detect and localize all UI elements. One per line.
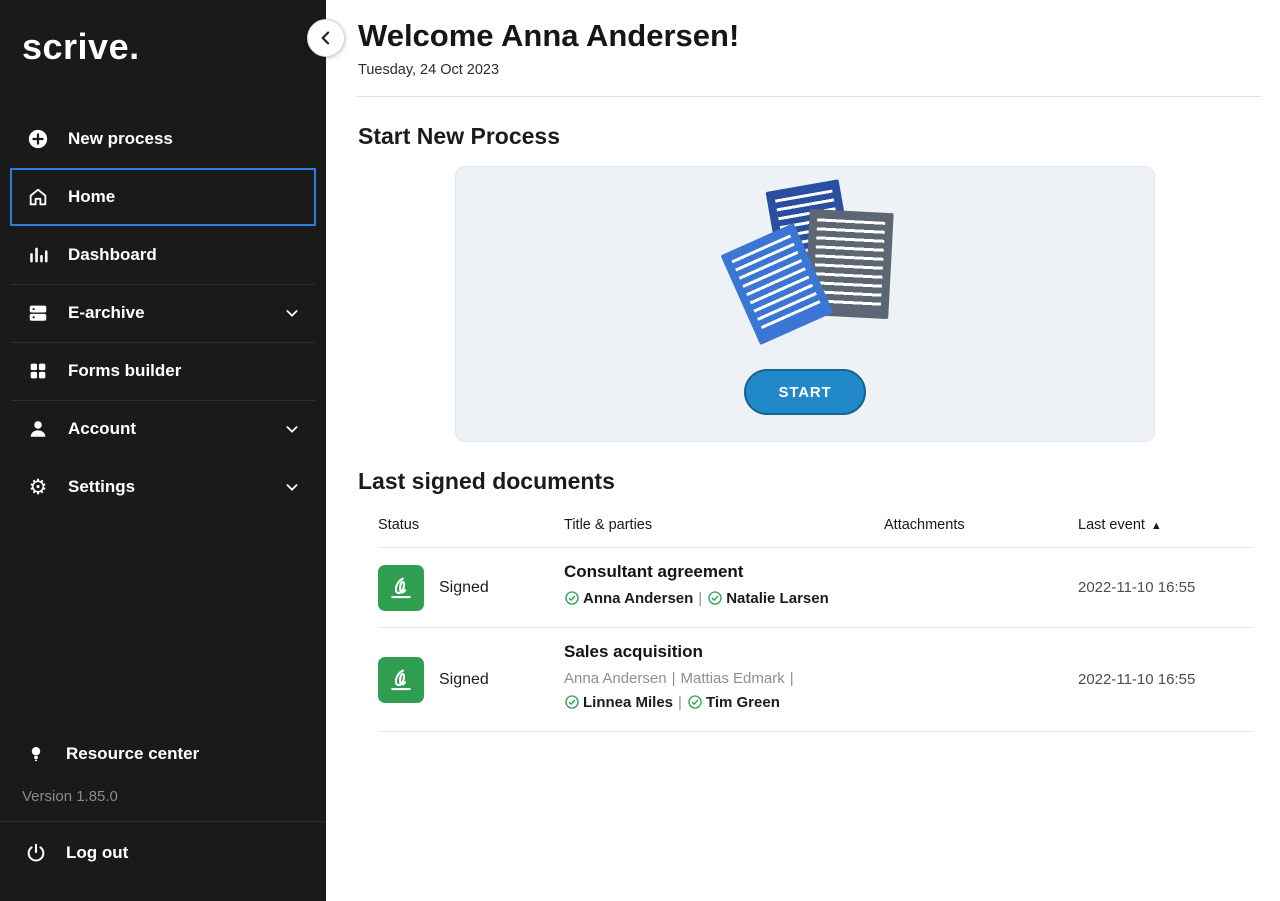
sort-ascending-icon: ▲	[1151, 520, 1162, 532]
documents-table: Status Title & parties Attachments Last …	[378, 517, 1254, 732]
sidebar-item-label: Account	[68, 419, 136, 439]
party-pending: Mattias Edmark	[681, 670, 785, 687]
resource-center-label: Resource center	[66, 744, 199, 764]
check-circle-icon	[687, 694, 703, 717]
power-icon	[24, 841, 48, 865]
header-divider	[356, 96, 1262, 97]
party-signed: Anna Andersen	[564, 590, 693, 607]
party-signed: Linnea Miles	[564, 694, 673, 711]
parties-list: Anna Andersen | Mattias Edmark | Linnea Mile…	[564, 667, 884, 717]
sidebar-nav: New process Home Dashboard E-archive	[0, 110, 326, 516]
sidebar-item-label: New process	[68, 129, 173, 149]
title-parties-cell: Sales acquisition Anna Andersen | Mattias …	[564, 642, 884, 717]
sidebar-item-label: E-archive	[68, 303, 145, 323]
lightbulb-icon	[24, 742, 48, 766]
sidebar-item-settings[interactable]: ⚙ Settings	[10, 458, 316, 516]
sidebar-item-new-process[interactable]: New process	[10, 110, 316, 168]
table-header-row: Status Title & parties Attachments Last …	[378, 517, 1254, 548]
status-cell: Signed	[378, 657, 564, 703]
sidebar-item-label: Dashboard	[68, 245, 157, 265]
document-title: Sales acquisition	[564, 642, 884, 662]
sidebar-item-label: Settings	[68, 477, 135, 497]
party-pending: Anna Andersen	[564, 670, 667, 687]
sidebar-item-dashboard[interactable]: Dashboard	[10, 226, 316, 284]
party-signed: Tim Green	[687, 694, 780, 711]
parties-list: Anna Andersen | Natalie Larsen	[564, 587, 884, 613]
main-content: Welcome Anna Andersen! Tuesday, 24 Oct 2…	[326, 0, 1280, 901]
table-row[interactable]: Signed Sales acquisition Anna Andersen | M…	[378, 628, 1254, 732]
column-attachments: Attachments	[884, 517, 1078, 533]
sidebar: scrive. New process Home Dashboard E-arc…	[0, 0, 326, 901]
title-parties-cell: Consultant agreement Anna Andersen | Natal…	[564, 562, 884, 613]
logout-label: Log out	[66, 843, 128, 863]
signed-signature-icon	[378, 657, 424, 703]
check-circle-icon	[707, 590, 723, 613]
archive-icon	[26, 301, 50, 325]
sidebar-item-account[interactable]: Account	[10, 400, 316, 458]
chevron-down-icon	[284, 479, 300, 495]
party-separator: |	[672, 670, 676, 687]
party-separator: |	[678, 694, 682, 711]
column-title-parties: Title & parties	[564, 517, 884, 533]
version-label: Version 1.85.0	[0, 778, 326, 821]
column-last-event[interactable]: Last event▲	[1078, 517, 1254, 533]
sidebar-item-resource-center[interactable]: Resource center	[0, 730, 326, 778]
grid-icon	[26, 359, 50, 383]
check-circle-icon	[564, 590, 580, 613]
chevron-down-icon	[284, 305, 300, 321]
gear-icon: ⚙	[26, 475, 50, 499]
party-signed: Natalie Larsen	[707, 590, 829, 607]
status-label: Signed	[439, 671, 489, 689]
start-process-panel: START	[455, 166, 1155, 442]
table-row[interactable]: Signed Consultant agreement Anna Anderse…	[378, 548, 1254, 628]
last-event-cell: 2022-11-10 16:55	[1078, 579, 1254, 596]
home-icon	[26, 185, 50, 209]
status-label: Signed	[439, 579, 489, 597]
chevron-down-icon	[284, 421, 300, 437]
page-date: Tuesday, 24 Oct 2023	[358, 62, 1262, 78]
logout-button[interactable]: Log out	[0, 821, 326, 883]
sidebar-item-label: Home	[68, 187, 115, 207]
plus-circle-icon	[26, 127, 50, 151]
sidebar-item-forms-builder[interactable]: Forms builder	[10, 342, 316, 400]
party-separator: |	[698, 590, 702, 607]
documents-illustration	[685, 185, 925, 357]
start-process-heading: Start New Process	[358, 123, 1262, 150]
bar-chart-icon	[26, 243, 50, 267]
sidebar-item-e-archive[interactable]: E-archive	[10, 284, 316, 342]
start-button[interactable]: START	[744, 369, 866, 415]
signed-signature-icon	[378, 565, 424, 611]
column-status: Status	[378, 517, 564, 533]
person-icon	[26, 417, 50, 441]
page-title: Welcome Anna Andersen!	[358, 18, 1262, 54]
scrive-logo: scrive.	[0, 0, 326, 68]
check-circle-icon	[564, 694, 580, 717]
party-separator: |	[790, 670, 794, 687]
sidebar-bottom: Resource center Version 1.85.0 Log out	[0, 730, 326, 901]
last-event-cell: 2022-11-10 16:55	[1078, 671, 1254, 688]
status-cell: Signed	[378, 565, 564, 611]
collapse-sidebar-button[interactable]	[307, 19, 345, 57]
sidebar-item-home[interactable]: Home	[10, 168, 316, 226]
document-title: Consultant agreement	[564, 562, 884, 582]
sidebar-item-label: Forms builder	[68, 361, 181, 381]
chevron-left-icon	[316, 28, 336, 48]
last-signed-heading: Last signed documents	[358, 468, 1262, 495]
